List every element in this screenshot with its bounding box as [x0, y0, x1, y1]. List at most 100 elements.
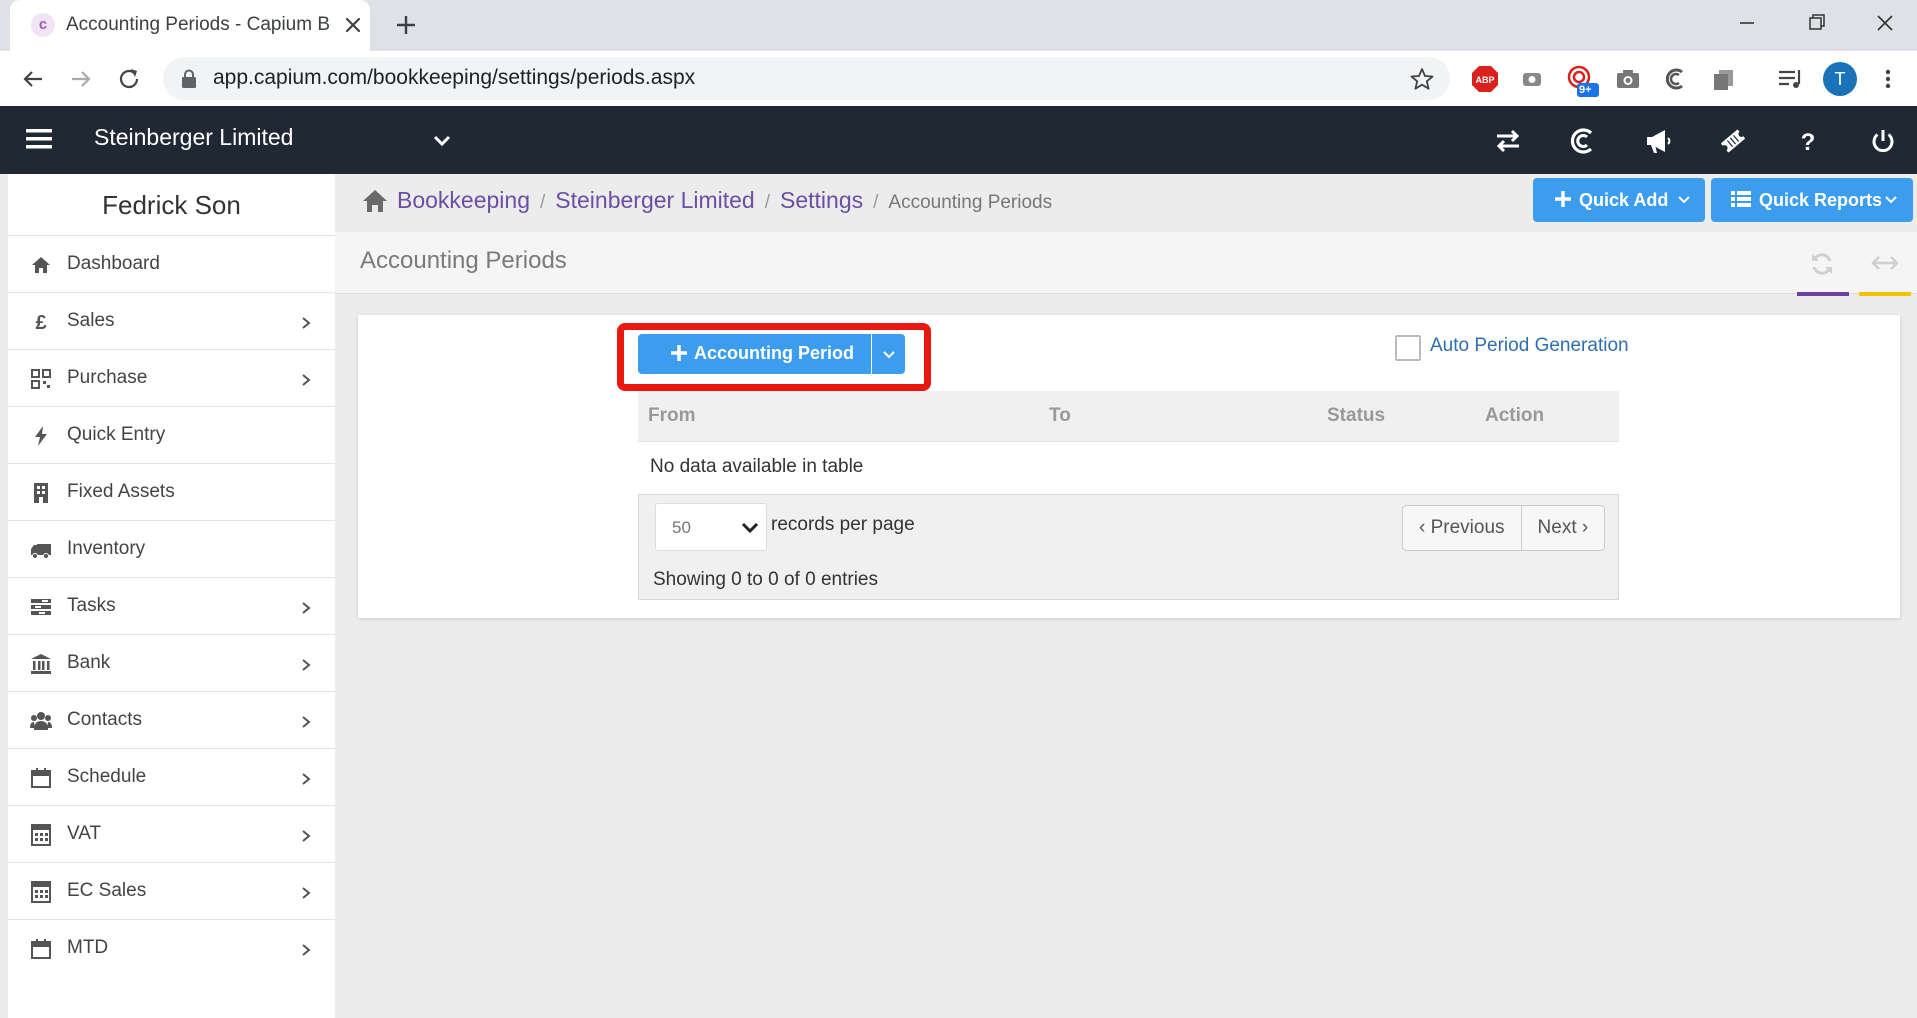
quick-add-button[interactable]: Quick Add — [1533, 178, 1705, 222]
browser-tab[interactable]: c Accounting Periods - Capium Bo — [10, 0, 370, 51]
sidebar-item-tasks[interactable]: Tasks — [8, 578, 335, 635]
close-window-icon[interactable] — [1868, 8, 1902, 38]
purple-accent-bar — [1797, 292, 1849, 296]
sidebar-item-quick-entry[interactable]: Quick Entry — [8, 407, 335, 464]
new-tab-icon[interactable] — [391, 10, 421, 40]
browser-tab-bar: c Accounting Periods - Capium Bo — [0, 0, 1917, 51]
page-size-select[interactable]: 50 — [655, 503, 767, 551]
svg-text:£: £ — [35, 312, 46, 333]
sidebar-item-label: MTD — [67, 937, 109, 958]
ticket-icon[interactable] — [1718, 126, 1748, 156]
hamburger-menu-icon[interactable] — [26, 128, 52, 150]
previous-page-label: Previous — [1430, 517, 1505, 538]
sidebar-item-label: Contacts — [67, 709, 142, 730]
company-dropdown-icon[interactable] — [431, 130, 453, 152]
chevron-down-icon — [1883, 192, 1899, 208]
capium-extension-icon[interactable] — [1661, 64, 1691, 94]
profile-avatar[interactable]: T — [1823, 62, 1857, 96]
minimize-icon[interactable] — [1730, 8, 1764, 38]
sidebar-user-name: Fedrick Son — [8, 174, 335, 236]
expand-horizontal-icon[interactable] — [1870, 252, 1900, 274]
extension-badge-icon[interactable]: 9+ — [1565, 64, 1599, 97]
entries-info: Showing 0 to 0 of 0 entries — [653, 569, 878, 590]
quick-add-label: Quick Add — [1579, 190, 1669, 210]
copy-extension-icon[interactable] — [1709, 64, 1739, 94]
breadcrumb-bar: Bookkeeping / Steinberger Limited / Settings… — [335, 174, 1917, 232]
sidebar-item-bank[interactable]: Bank — [8, 635, 335, 692]
media-control-icon[interactable] — [1775, 64, 1805, 94]
highlight-annotation — [617, 323, 931, 391]
chevron-right-icon — [299, 714, 313, 730]
auto-period-generation-label[interactable]: Auto Period Generation — [1430, 335, 1629, 357]
sidebar-item-sales[interactable]: £ Sales — [8, 293, 335, 350]
power-icon[interactable] — [1868, 126, 1898, 156]
column-header-status[interactable]: Status — [1327, 405, 1385, 427]
column-header-to[interactable]: To — [1049, 405, 1071, 427]
sidebar-item-ec-sales[interactable]: EC Sales — [8, 863, 335, 920]
breadcrumb-home-icon[interactable] — [361, 188, 389, 214]
quick-reports-button[interactable]: Quick Reports — [1711, 178, 1913, 222]
capium-favicon-icon: c — [31, 13, 55, 37]
tasks-icon — [30, 596, 52, 618]
calendar-icon — [30, 938, 52, 960]
sidebar-item-label: Tasks — [67, 595, 116, 616]
sidebar-item-dashboard[interactable]: Dashboard — [8, 236, 335, 293]
breadcrumb-company[interactable]: Steinberger Limited — [555, 187, 754, 213]
column-header-from[interactable]: From — [648, 405, 696, 427]
qrcode-icon — [30, 368, 52, 390]
breadcrumb-settings[interactable]: Settings — [780, 187, 863, 213]
auto-period-generation-checkbox[interactable] — [1395, 335, 1421, 361]
help-icon[interactable]: ? — [1793, 126, 1823, 156]
sidebar-item-label: EC Sales — [67, 880, 147, 901]
sidebar-item-vat[interactable]: VAT — [8, 806, 335, 863]
empty-table-message: No data available in table — [650, 456, 864, 477]
sidebar-item-contacts[interactable]: Contacts — [8, 692, 335, 749]
reload-icon[interactable] — [114, 64, 144, 94]
records-per-page-label: records per page — [771, 514, 915, 535]
chevron-right-icon — [299, 771, 313, 787]
back-icon[interactable] — [18, 64, 48, 94]
sidebar-item-label: VAT — [67, 823, 102, 844]
screen-capture-icon[interactable] — [1517, 64, 1547, 94]
breadcrumb-bookkeeping[interactable]: Bookkeeping — [397, 187, 530, 213]
calculator-icon — [30, 824, 52, 846]
sidebar-item-label: Inventory — [67, 538, 146, 559]
home-icon — [30, 254, 52, 276]
browser-menu-icon[interactable] — [1878, 64, 1898, 94]
sidebar: Fedrick Son Dashboard £ Sales Purchase Q… — [8, 174, 335, 1018]
breadcrumb: Bookkeeping / Steinberger Limited / Settings… — [397, 187, 1052, 214]
table-empty-row: No data available in table — [638, 442, 1619, 494]
sidebar-item-purchase[interactable]: Purchase — [8, 350, 335, 407]
tab-close-icon[interactable] — [340, 12, 366, 38]
sidebar-item-label: Purchase — [67, 367, 148, 388]
tab-title: Accounting Periods - Capium Bo — [66, 14, 331, 35]
adblock-icon[interactable]: ABP — [1470, 64, 1500, 94]
page-title: Accounting Periods — [360, 247, 567, 274]
bank-icon — [30, 653, 52, 675]
switch-icon[interactable] — [1493, 126, 1523, 156]
sidebar-item-inventory[interactable]: Inventory — [8, 521, 335, 578]
list-icon — [1731, 189, 1751, 209]
chevron-down-icon — [1676, 192, 1692, 208]
camera-icon[interactable] — [1613, 64, 1643, 94]
chevron-right-icon — [299, 657, 313, 673]
forward-icon[interactable] — [66, 64, 96, 94]
table-header: From To Status Action — [638, 391, 1619, 442]
sidebar-item-mtd[interactable]: MTD — [8, 920, 335, 977]
chevron-right-icon — [299, 315, 313, 331]
sidebar-item-label: Sales — [67, 310, 115, 331]
announcement-icon[interactable] — [1643, 126, 1673, 156]
next-page-button[interactable]: Next › — [1520, 506, 1605, 550]
address-bar[interactable]: app.capium.com/bookkeeping/settings/peri… — [163, 57, 1450, 100]
sidebar-item-schedule[interactable]: Schedule — [8, 749, 335, 806]
refresh-icon[interactable] — [1809, 251, 1835, 277]
capium-logo-icon[interactable] — [1568, 126, 1598, 156]
bookmark-star-icon[interactable] — [1409, 66, 1435, 92]
previous-page-button[interactable]: ‹ Previous — [1403, 506, 1521, 550]
restore-icon[interactable] — [1799, 8, 1833, 38]
company-name[interactable]: Steinberger Limited — [94, 124, 293, 151]
pound-icon: £ — [30, 311, 52, 333]
sidebar-item-fixed-assets[interactable]: Fixed Assets — [8, 464, 335, 521]
chevron-right-icon — [299, 828, 313, 844]
quick-reports-label: Quick Reports — [1759, 190, 1883, 210]
